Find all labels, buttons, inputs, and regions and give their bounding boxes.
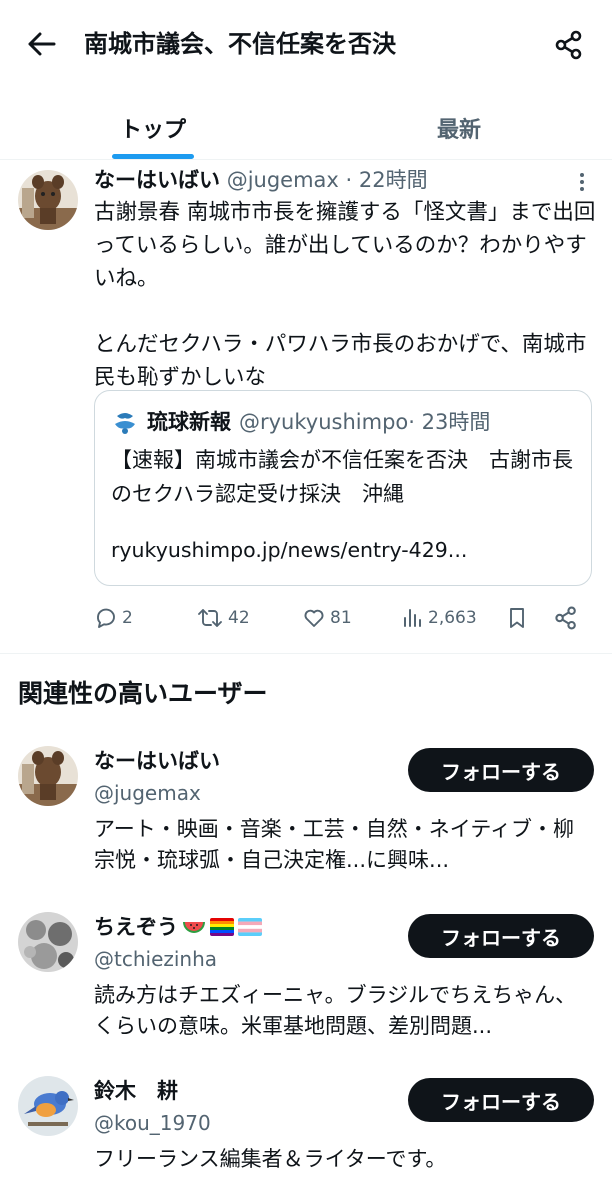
- heart-icon: [304, 609, 324, 627]
- user-bio: フリーランス編集者＆ライターです。: [94, 1147, 447, 1171]
- follow-button[interactable]: フォローする: [408, 914, 594, 958]
- bookmark-button[interactable]: [506, 600, 532, 636]
- back-button[interactable]: [22, 26, 62, 62]
- avatar-image: [18, 912, 78, 972]
- more-options-button[interactable]: [572, 170, 592, 194]
- user-name[interactable]: 鈴木 耕: [94, 1076, 178, 1106]
- user-handle[interactable]: @kou_1970: [94, 1108, 211, 1138]
- like-button[interactable]: 81: [302, 600, 352, 636]
- avatar[interactable]: [18, 1076, 78, 1136]
- retweet-icon: [198, 609, 222, 627]
- quoted-tweet-text: 【速報】南城市議会が不信任案を否決 古謝市長のセクハラ認定受け採決 沖縄: [111, 448, 573, 506]
- ryukyushimpo-logo-icon: [112, 409, 138, 435]
- avatar[interactable]: [18, 170, 78, 230]
- relevant-users-heading: 関連性の高いユーザー: [18, 679, 268, 708]
- user-card[interactable]: なーはいばい @jugemax アート・映画・音楽・工芸・自然・ネイティブ・柳宗…: [0, 746, 612, 896]
- transgender-flag-icon: [238, 918, 262, 936]
- quoted-author-name: 琉球新報: [147, 410, 231, 434]
- top-bar: 南城市議会、不信任案を否決: [0, 0, 612, 88]
- avatar-image: [18, 1076, 78, 1136]
- user-card[interactable]: ちえぞう @tchiezinha 読み方はチエズィーニャ。ブラジルでちえちゃん、…: [0, 912, 612, 1062]
- bookmark-icon: [510, 608, 524, 628]
- avatar[interactable]: [18, 746, 78, 806]
- quoted-author-line: 琉球新報 @ryukyushimpo · 23時間: [111, 405, 490, 439]
- user-handle[interactable]: @jugemax: [94, 778, 201, 808]
- quoted-author-handle: @ryukyushimpo: [239, 410, 409, 434]
- more-vertical-icon: [580, 173, 584, 191]
- views-button[interactable]: 2,663: [402, 600, 477, 636]
- tab-top[interactable]: トップ: [0, 96, 306, 160]
- rainbow-flag-icon: [210, 918, 234, 936]
- user-bio: 読み方はチエズィーニャ。ブラジルでちえちゃん、くらいの意味。米軍基地問題、差別問…: [94, 983, 577, 1038]
- tweet-text: 古謝景春 南城市市長を擁護する「怪文書」まで出回っているらしい。誰が出しているの…: [94, 200, 596, 390]
- tweet-time[interactable]: · 22時間: [346, 168, 428, 192]
- reply-count: 2: [122, 608, 133, 628]
- quoted-link[interactable]: ryukyushimpo.jp/news/entry-429...: [111, 533, 467, 567]
- user-name-line: ちえぞう: [94, 912, 262, 942]
- view-count: 2,663: [428, 608, 477, 628]
- tab-bar: トップ 最新: [0, 96, 612, 160]
- analytics-icon: [404, 609, 421, 627]
- author-handle[interactable]: @jugemax: [227, 168, 339, 192]
- user-card[interactable]: 鈴木 耕 @kou_1970 フリーランス編集者＆ライターです。 フォローする: [0, 1076, 612, 1200]
- retweet-button[interactable]: 42: [196, 600, 250, 636]
- active-tab-indicator: [112, 154, 194, 159]
- tab-latest-label: 最新: [436, 118, 481, 143]
- tweet-author-line: なーはいばい @jugemax · 22時間: [94, 164, 428, 196]
- share-button[interactable]: [548, 24, 590, 66]
- avatar-image: [18, 170, 78, 230]
- follow-button[interactable]: フォローする: [408, 748, 594, 792]
- author-name[interactable]: なーはいばい: [94, 168, 220, 192]
- tab-latest[interactable]: 最新: [306, 96, 612, 160]
- share-icon: [555, 606, 576, 630]
- user-name[interactable]: ちえぞう: [94, 912, 178, 942]
- tab-top-label: トップ: [119, 118, 186, 143]
- quoted-tweet-time: · 23時間: [408, 410, 491, 434]
- follow-button[interactable]: フォローする: [408, 1078, 594, 1122]
- watermelon-emoji-icon: [183, 922, 205, 933]
- like-count: 81: [330, 608, 352, 628]
- quoted-tweet[interactable]: 琉球新報 @ryukyushimpo · 23時間 【速報】南城市議会が不信任案…: [94, 390, 592, 586]
- share-icon: [555, 30, 582, 60]
- tweet-share-button[interactable]: [554, 600, 582, 636]
- user-name[interactable]: なーはいばい: [94, 746, 220, 776]
- reply-icon: [97, 608, 115, 628]
- arrow-left-icon: [28, 32, 56, 56]
- avatar[interactable]: [18, 912, 78, 972]
- avatar-image: [18, 746, 78, 806]
- page-title: 南城市議会、不信任案を否決: [84, 30, 396, 58]
- user-bio: アート・映画・音楽・工芸・自然・ネイティブ・柳宗悦・琉球弧・自己決定権...に興…: [94, 817, 575, 872]
- reply-button[interactable]: 2: [94, 600, 133, 636]
- user-handle[interactable]: @tchiezinha: [94, 944, 217, 974]
- retweet-count: 42: [228, 608, 250, 628]
- tweet-actions: 2 42 81 2,663: [94, 600, 594, 636]
- tweet[interactable]: なーはいばい @jugemax · 22時間 古謝景春 南城市市長を擁護する「怪…: [0, 160, 612, 654]
